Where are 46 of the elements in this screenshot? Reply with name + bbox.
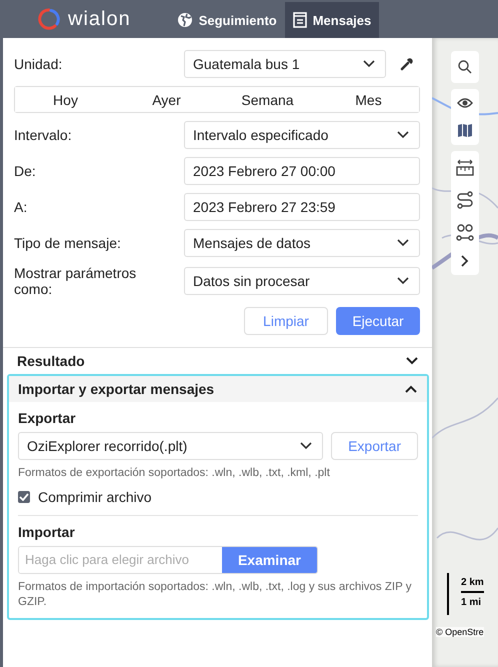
section-title: Importar y exportar mensajes [18, 381, 214, 397]
date-field[interactable]: 2023 Febrero 27 23:59 [184, 193, 420, 221]
field-label: De: [14, 163, 37, 179]
chevron-down-icon [397, 131, 409, 139]
export-hint: Formatos de exportación soportados: .wln, .wlb, .txt, .kml, .plt [18, 466, 331, 481]
field-label: Mostrar parámetros como: [14, 265, 138, 297]
field-label: Intervalo: [14, 127, 73, 143]
map-attribution: © OpenStre [436, 627, 484, 637]
document-icon [292, 12, 307, 28]
scale-km-label: 2 km [461, 577, 484, 593]
eye-icon[interactable] [457, 97, 473, 109]
import-hint: Formatos de importación soportados: .wln, .wlb, .txt, .log y sus archivos ZIP y GZIP. [18, 580, 412, 610]
unit-label: Unidad: [14, 56, 64, 72]
format-dropdown[interactable]: OziExplorer recorrido(.plt) [18, 432, 324, 460]
date-field[interactable]: 2023 Febrero 27 00:00 [184, 157, 420, 185]
map-icon[interactable] [457, 123, 473, 137]
unit-select[interactable]: Guatemala bus 1 [184, 50, 386, 78]
chevron-down-icon [300, 442, 312, 450]
chevron-down-icon [363, 60, 375, 68]
scale-mi-label: 1 mi [461, 597, 482, 608]
field-label: Tipo de mensaje: [14, 235, 122, 251]
chevron-down-icon [397, 277, 409, 285]
globe-icon [176, 12, 193, 28]
import-heading: Importar [18, 524, 76, 540]
nav-tab[interactable]: Mensajes [284, 2, 380, 38]
export-heading: Exportar [18, 410, 77, 426]
chevron-up-icon [405, 385, 417, 393]
logo-text: wialon [68, 8, 131, 30]
logo-icon [38, 8, 60, 30]
nav-tab[interactable]: Seguimiento [168, 2, 285, 38]
section-header[interactable]: Resultado [3, 348, 432, 374]
section-title: Resultado [17, 353, 85, 369]
ruler-icon[interactable] [456, 159, 474, 177]
chevron-down-icon [397, 239, 409, 247]
dropdown[interactable]: Datos sin procesar [184, 267, 420, 295]
route-icon[interactable] [456, 191, 474, 209]
compress-label: Comprimir archivo [38, 488, 152, 505]
pins-icon[interactable] [456, 223, 474, 241]
field-label: A: [14, 199, 28, 215]
compress-checkbox[interactable] [18, 490, 30, 503]
chevron-right-icon[interactable] [461, 255, 469, 267]
chevron-down-icon [406, 357, 418, 365]
dropdown[interactable]: Intervalo especificado [184, 121, 420, 149]
section-header[interactable]: Importar y exportar mensajes [9, 376, 427, 402]
dropdown[interactable]: Mensajes de datos [184, 229, 420, 257]
search-icon[interactable] [457, 59, 473, 75]
